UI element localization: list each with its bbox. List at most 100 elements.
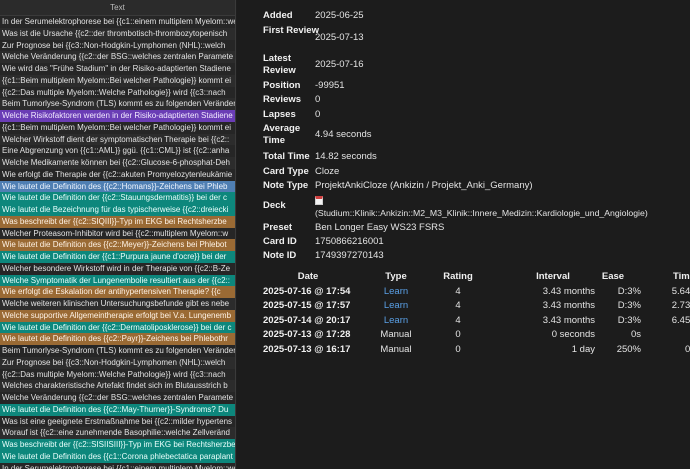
revlog-cell-ease: D:3%	[617, 285, 641, 297]
card-list-row[interactable]: Was ist eine geeignete Erstmaßnahme bei …	[0, 416, 235, 428]
revlog-header-ease: Ease	[601, 271, 625, 282]
card-list-row[interactable]: Welche Risikofaktoren werden in der Risi…	[0, 110, 235, 122]
revlog-cell-type: Learn	[383, 285, 409, 297]
info-value: 2025-07-13	[315, 32, 364, 43]
card-list-row[interactable]: Wie wird das "Frühe Stadium" in der Risi…	[0, 63, 235, 75]
revlog-cell-date: 2025-07-13 @ 16:17	[263, 343, 351, 355]
info-value: 2025-07-16	[315, 59, 364, 70]
revlog-row: 2025-07-13 @ 16:17 Manual 0 1 day 250% 0s	[263, 343, 690, 358]
revlog-cell-rating: 0	[455, 329, 461, 340]
revlog-cell-time: 6.45s	[671, 314, 690, 326]
card-list-row[interactable]: Beim Tumorlyse-Syndrom (TLS) kommt es zu…	[0, 345, 235, 357]
revlog-header-interval: Interval	[536, 271, 570, 282]
card-list-row[interactable]: Welche supportive Allgemeintherapie erfo…	[0, 309, 235, 322]
card-list-row[interactable]: In der Serumelektrophorese bei {{c1::ein…	[0, 463, 235, 469]
card-list-row[interactable]: Welcher Proteasom-Inhibitor wird bei {{c…	[0, 228, 235, 240]
card-list-row[interactable]: Was beschreibt der {{c2::SIQIII}}-Typ im…	[0, 215, 235, 228]
card-list-row[interactable]: {{c2::Das multiple Myelom::Welche Pathol…	[0, 369, 235, 381]
info-value: Cloze	[315, 166, 340, 177]
revlog-row: 2025-07-13 @ 17:28 Manual 0 0 seconds 0s	[263, 328, 673, 343]
card-list-row[interactable]: Wie lautet die Bezeichnung für das typis…	[0, 204, 235, 216]
column-header-text[interactable]: Text	[0, 0, 235, 16]
revlog-cell-date: 2025-07-15 @ 17:57	[263, 300, 351, 311]
card-list-row[interactable]: Eine Abgrenzung von {{c1::AML}} ggü. {{c…	[0, 145, 235, 157]
revlog-row: 2025-07-15 @ 17:57 Learn 4 3.43 months D:3% 2…	[263, 299, 690, 314]
info-label: Average Time	[263, 123, 301, 146]
info-label: Card Type	[263, 166, 309, 177]
info-label: Card ID	[263, 236, 297, 247]
revlog-cell-time: 2.73s	[671, 300, 690, 311]
card-list-row[interactable]: Welche weiteren klinischen Untersuchungs…	[0, 298, 235, 310]
card-list-row[interactable]: Wie lautet die Definition der {{c2::Derm…	[0, 321, 235, 334]
card-list-row[interactable]: Wie erfolgt die Eskalation der antihyper…	[0, 286, 235, 298]
card-list-row[interactable]: Welches charakteristische Artefakt finde…	[0, 380, 235, 392]
card-list-row[interactable]: Wie lautet die Definition des {{c2::May-…	[0, 403, 235, 416]
deck-icon	[315, 195, 323, 207]
card-list-row[interactable]: In der Serumelektrophorese bei {{c1::ein…	[0, 16, 235, 28]
info-label: Reviews	[263, 94, 302, 105]
revlog-cell-date: 2025-07-14 @ 20:17	[263, 314, 351, 326]
revlog-rows: 2025-07-16 @ 17:54 Learn 4 3.43 months D:3% 5…	[263, 285, 690, 358]
revlog-cell-type: Learn	[383, 314, 409, 326]
info-label: Note ID	[263, 250, 297, 261]
card-list-row[interactable]: Welche Veränderung {{c2::der BSG::welche…	[0, 51, 235, 63]
revlog-header: Date Type Rating Interval Ease Time	[263, 270, 690, 285]
info-label: Total Time	[263, 151, 310, 162]
revlog-cell-rating: 0	[455, 343, 461, 355]
card-list-row[interactable]: Beim Tumorlyse-Syndrom (TLS) kommt es zu…	[0, 98, 235, 110]
revlog-cell-interval: 3.43 months	[542, 314, 595, 326]
card-list-rows: In der Serumelektrophorese bei {{c1::ein…	[0, 16, 235, 469]
card-list-row[interactable]: {{c1::Beim multiplem Myelom::Bei welcher…	[0, 74, 235, 87]
revlog-header-rating: Rating	[443, 271, 473, 282]
card-info-panel: Added 2025-06-25 First Review 2025-07-13…	[237, 0, 690, 469]
card-list-row[interactable]: Worauf ist {{c2::eine zunehmende Basophi…	[0, 427, 235, 439]
revlog-cell-rating: 4	[455, 300, 461, 311]
info-label: Lapses	[263, 109, 296, 120]
card-list-row[interactable]: Wie lautet die Definition der {{c2::Stau…	[0, 192, 235, 204]
revlog-cell-ease: D:3%	[617, 314, 641, 326]
info-value[interactable]: (Studium::Klinik::Ankizin::M2_M3_Klinik:…	[315, 207, 648, 219]
info-value: Ben Longer Easy WS23 FSRS	[315, 222, 445, 233]
info-value: 1749397270143	[315, 250, 384, 261]
info-label: Added	[263, 10, 293, 21]
revlog-cell-interval: 3.43 months	[542, 285, 595, 297]
card-list-row[interactable]: Wie lautet die Definition des {{c2::Homa…	[0, 180, 235, 193]
revlog-cell-date: 2025-07-13 @ 17:28	[263, 329, 351, 340]
card-list-row[interactable]: {{c1::Beim multiplem Myelom::Bei welcher…	[0, 122, 235, 134]
card-list-panel: Text In der Serumelektrophorese bei {{c1…	[0, 0, 236, 469]
info-label: Latest Review	[263, 53, 296, 76]
card-list-row[interactable]: Welche Symptomatik der Lungenembolie res…	[0, 274, 235, 287]
card-list-row[interactable]: Wie lautet die Definition des {{c1::Coro…	[0, 450, 235, 463]
card-list-row[interactable]: Was ist die Ursache {{c2::der thrombotis…	[0, 27, 235, 40]
card-list-row[interactable]: Zur Prognose bei {{c3::Non-Hodgkin-Lymph…	[0, 356, 235, 369]
card-list-row[interactable]: Wie lautet die Definition des {{c2::Payr…	[0, 333, 235, 345]
card-list-row[interactable]: Wie lautet die Definition des {{c2::Meye…	[0, 239, 235, 251]
info-label: Preset	[263, 222, 293, 233]
revlog-header-time: Time	[672, 271, 690, 282]
card-list-row[interactable]: Welche Veränderung {{c2::der BSG::welche…	[0, 392, 235, 404]
revlog-cell-interval: 3.43 months	[542, 300, 595, 311]
revlog-cell-type: Manual	[380, 343, 412, 355]
card-list-row[interactable]: Wie lautet die Definition der {{c1::Purp…	[0, 251, 235, 263]
revlog-cell-rating: 4	[455, 285, 461, 297]
info-value: 2025-06-25	[315, 10, 364, 21]
revlog-cell-type: Manual	[380, 329, 412, 340]
card-list-row[interactable]: {{c2::Das multiple Myelom::Welche Pathol…	[0, 87, 235, 99]
revlog-cell-interval: 0 seconds	[551, 329, 595, 340]
revlog-cell-interval: 1 day	[571, 343, 595, 355]
card-list-row[interactable]: Was beschreibt der {{c2::SISIISIII}}-Typ…	[0, 439, 235, 451]
revlog-cell-rating: 4	[455, 314, 461, 326]
card-list-row[interactable]: Welcher besondere Wirkstoff wird in der …	[0, 263, 235, 275]
card-list-row[interactable]: Wie erfolgt die Therapie der {{c2::akute…	[0, 169, 235, 181]
revlog-cell-date: 2025-07-16 @ 17:54	[263, 285, 351, 297]
revlog-cell-time: 0s	[684, 343, 690, 355]
info-label: Position	[263, 80, 301, 91]
card-list-row[interactable]: Welche Medikamente können bei {{c2::Gluc…	[0, 157, 235, 169]
info-value: 1750866216001	[315, 236, 384, 247]
card-list-row[interactable]: Zur Prognose bei {{c3::Non-Hodgkin-Lymph…	[0, 40, 235, 52]
info-value: 0	[315, 94, 321, 105]
info-value: ProjektAnkiCloze (Ankizin / Projekt_Anki…	[315, 180, 533, 191]
revlog-header-date: Date	[297, 271, 319, 282]
card-list-row[interactable]: Welcher Wirkstoff dient der symptomatisc…	[0, 133, 235, 146]
revlog-cell-time: 5.64s	[671, 285, 690, 297]
